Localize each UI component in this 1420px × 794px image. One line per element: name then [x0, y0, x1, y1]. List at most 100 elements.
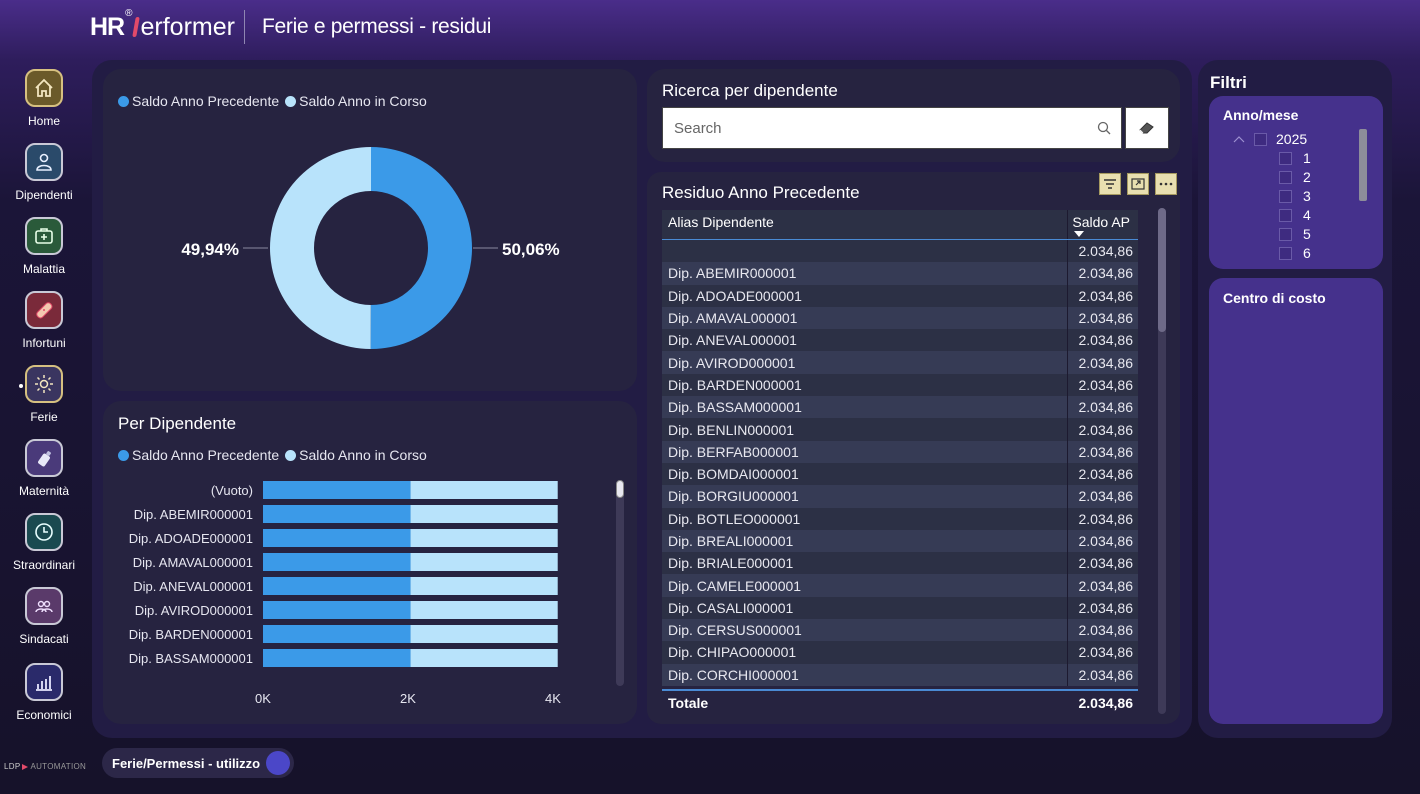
person-icon[interactable] — [25, 143, 63, 181]
table-row[interactable]: Dip. BASSAM000001 2.034,86 — [662, 396, 1138, 419]
table-row[interactable]: Dip. BENLIN000001 2.034,86 — [662, 418, 1138, 441]
table-row[interactable]: 2.034,86 — [662, 240, 1138, 263]
table-row[interactable]: Dip. BARDEN000001 2.034,86 — [662, 373, 1138, 397]
bar-saldo-ac[interactable] — [410, 481, 558, 499]
bar-category-label: Dip. AMAVAL000001 — [133, 555, 253, 570]
nav-item-straordinari[interactable]: Straordinari — [0, 513, 88, 572]
column-header-alias[interactable]: Alias Dipendente — [662, 210, 1067, 239]
nav-label-infortuni: Infortuni — [22, 336, 66, 350]
nav-item-sindacati[interactable]: Sindacati — [0, 587, 88, 646]
focus-mode-icon[interactable] — [1127, 173, 1149, 195]
brand-logo-icon — [22, 763, 29, 770]
checkbox-2025[interactable] — [1254, 132, 1267, 146]
slicer-month-row-2[interactable]: 2 — [1279, 169, 1311, 185]
cell-alias: Dip. BARDEN000001 — [668, 376, 802, 393]
checkbox-month-4[interactable] — [1279, 208, 1292, 222]
slicer-year-row[interactable]: 2025 — [1233, 131, 1307, 147]
checkbox-month-6[interactable] — [1279, 246, 1292, 260]
bar-saldo-ac[interactable] — [410, 505, 558, 523]
slicer-month-row-1[interactable]: 1 — [1279, 150, 1311, 166]
baby-bottle-icon[interactable] — [25, 439, 63, 477]
page-title: Ferie e permessi - residui — [262, 15, 492, 38]
slicer-month-row-6[interactable]: 6 — [1279, 245, 1311, 261]
nav-item-home[interactable]: Home — [0, 69, 88, 128]
nav-item-maternita[interactable]: Maternità — [0, 439, 88, 498]
toggle-knob[interactable] — [266, 751, 290, 775]
bar-saldo-ap[interactable] — [263, 577, 411, 595]
cell-saldo-ap: 2.034,86 — [1067, 306, 1138, 330]
table-row[interactable]: Dip. ADOADE000001 2.034,86 — [662, 284, 1138, 307]
x-tick-label: 4K — [545, 691, 561, 706]
cell-saldo-ap: 2.034,86 — [1067, 240, 1138, 263]
ferie-permessi-utilizzo-toggle[interactable]: Ferie/Permessi - utilizzo — [102, 748, 294, 778]
slicer-month-row-5[interactable]: 5 — [1279, 226, 1311, 242]
bar-saldo-ap[interactable] — [263, 505, 411, 523]
search-icon[interactable] — [1097, 121, 1111, 140]
filter-icon[interactable] — [1099, 173, 1121, 195]
table-scrollbar[interactable] — [1158, 208, 1166, 714]
bandage-icon[interactable] — [25, 291, 63, 329]
search-field[interactable] — [662, 107, 1122, 149]
donut-label-left: 49,94% — [181, 240, 239, 259]
slicer-month-row-3[interactable]: 3 — [1279, 188, 1311, 204]
cell-alias: Dip. ABEMIR000001 — [668, 265, 797, 282]
nav-item-economici[interactable]: Economici — [0, 663, 88, 722]
table-row[interactable]: Dip. ABEMIR000001 2.034,86 — [662, 262, 1138, 285]
bar-category-label: Dip. ABEMIR000001 — [134, 507, 253, 522]
bar-saldo-ap[interactable] — [263, 481, 411, 499]
checkbox-month-5[interactable] — [1279, 227, 1292, 241]
table-row[interactable]: Dip. BRIALE000001 2.034,86 — [662, 552, 1138, 575]
table-row[interactable]: Dip. ANEVAL000001 2.034,86 — [662, 329, 1138, 352]
bar-saldo-ac[interactable] — [410, 625, 558, 643]
bar-saldo-ap[interactable] — [263, 529, 411, 547]
bar-saldo-ap[interactable] — [263, 625, 411, 643]
column-header-saldo-ap[interactable]: Saldo AP — [1067, 210, 1138, 239]
bar-saldo-ac[interactable] — [410, 577, 558, 595]
search-input[interactable] — [663, 119, 1073, 137]
table-row[interactable]: Dip. CORCHI000001 2.034,86 — [662, 663, 1138, 686]
bar-saldo-ac[interactable] — [410, 649, 558, 667]
table-row[interactable]: Dip. BOTLEO000001 2.034,86 — [662, 507, 1138, 530]
nav-item-dipendenti[interactable]: Dipendenti — [0, 143, 88, 202]
checkbox-month-3[interactable] — [1279, 189, 1292, 203]
clear-search-button[interactable] — [1125, 107, 1169, 149]
table-row[interactable]: Dip. AVIROD000001 2.034,86 — [662, 351, 1138, 374]
bar-saldo-ap[interactable] — [263, 649, 411, 667]
donut-slice-saldo-ap[interactable] — [370, 147, 473, 349]
nav-item-infortuni[interactable]: Infortuni — [0, 291, 88, 350]
slicer-month-row-4[interactable]: 4 — [1279, 207, 1311, 223]
checkbox-month-1[interactable] — [1279, 151, 1292, 165]
table-row[interactable]: Dip. AMAVAL000001 2.034,86 — [662, 306, 1138, 330]
table-row[interactable]: Dip. BOMDAI000001 2.034,86 — [662, 462, 1138, 486]
sun-icon[interactable] — [25, 365, 63, 403]
bar-chart-scrollbar[interactable] — [616, 480, 624, 686]
nav-item-ferie[interactable]: Ferie — [0, 365, 88, 424]
bar-saldo-ac[interactable] — [410, 553, 558, 571]
table-row[interactable]: Dip. BERFAB000001 2.034,86 — [662, 440, 1138, 463]
table-row[interactable]: Dip. CAMELE000001 2.034,86 — [662, 574, 1138, 597]
bar-chart-scroll-thumb[interactable] — [616, 480, 624, 498]
slicer-scrollbar[interactable] — [1359, 129, 1367, 201]
table-scroll-thumb[interactable] — [1158, 208, 1166, 332]
bar-saldo-ac[interactable] — [410, 529, 558, 547]
group-icon[interactable] — [25, 587, 63, 625]
nav-item-malattia[interactable]: Malattia — [0, 217, 88, 276]
table-row[interactable]: Dip. CHIPAO000001 2.034,86 — [662, 641, 1138, 664]
more-options-icon[interactable] — [1155, 173, 1177, 195]
bar-saldo-ap[interactable] — [263, 553, 411, 571]
table-row[interactable]: Dip. CASALI000001 2.034,86 — [662, 596, 1138, 620]
table-row[interactable]: Dip. BREALI000001 2.034,86 — [662, 529, 1138, 553]
home-icon[interactable] — [25, 69, 63, 107]
bar-chart-icon[interactable] — [25, 663, 63, 701]
cell-alias: Dip. CAMELE000001 — [668, 577, 802, 594]
table-row[interactable]: Dip. BORGIU000001 2.034,86 — [662, 485, 1138, 508]
medical-kit-icon[interactable] — [25, 217, 63, 255]
table-row[interactable]: Dip. CERSUS000001 2.034,86 — [662, 619, 1138, 642]
clock-icon[interactable] — [25, 513, 63, 551]
checkbox-month-2[interactable] — [1279, 170, 1292, 184]
donut-slice-saldo-ac[interactable] — [270, 147, 371, 349]
bar-saldo-ac[interactable] — [410, 601, 558, 619]
bar-category-label: Dip. ADOADE000001 — [129, 531, 253, 546]
chevron-up-icon[interactable] — [1233, 135, 1245, 143]
bar-saldo-ap[interactable] — [263, 601, 411, 619]
